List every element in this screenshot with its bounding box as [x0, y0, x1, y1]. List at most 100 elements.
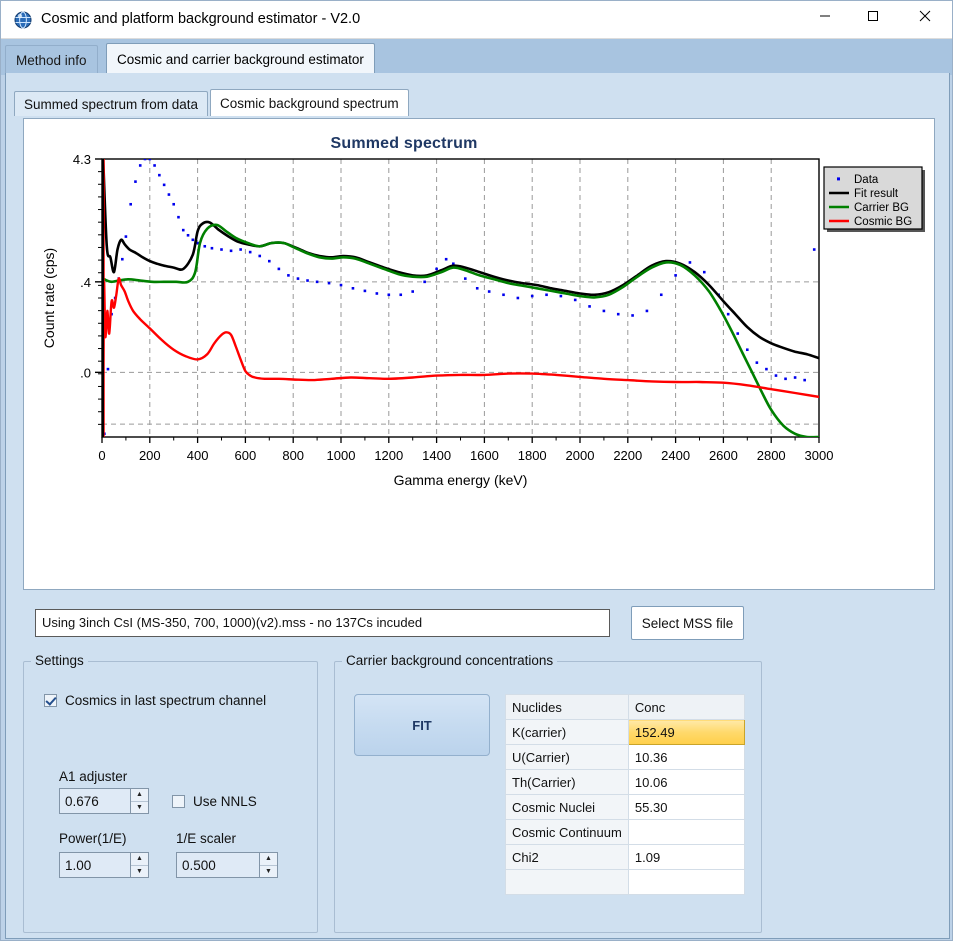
conc-cell[interactable]: 55.30 [628, 795, 744, 820]
x-tick-label: 0 [98, 448, 105, 463]
y-tick-label: .0 [80, 365, 91, 380]
table-header-row: NuclidesConc [506, 695, 745, 720]
nuclide-cell: K(carrier) [506, 720, 629, 745]
nuclide-cell [506, 870, 629, 895]
button-label: FIT [412, 718, 432, 733]
conc-cell[interactable]: 152.49 [628, 720, 744, 745]
title-bar: Cosmic and platform background estimator… [1, 1, 953, 39]
application-window: Cosmic and platform background estimator… [0, 0, 953, 941]
x-tick-label: 2600 [709, 448, 738, 463]
x-tick-label: 600 [235, 448, 257, 463]
table-row[interactable]: Cosmic Continuum [506, 820, 745, 845]
cosmics-last-channel-checkbox[interactable]: Cosmics in last spectrum channel [44, 693, 266, 708]
conc-cell[interactable]: 10.06 [628, 770, 744, 795]
tab-method-info[interactable]: Method info [5, 45, 98, 75]
x-tick-label: 2000 [566, 448, 595, 463]
x-tick-label: 3000 [805, 448, 834, 463]
nuclide-cell: Th(Carrier) [506, 770, 629, 795]
carrier-concentrations-group: Carrier background concentrations FIT Nu… [334, 661, 762, 933]
x-tick-label: 2800 [757, 448, 786, 463]
stepper-arrows[interactable]: ▲▼ [259, 853, 277, 877]
mss-file-input[interactable]: Using 3inch CsI (MS-350, 700, 1000)(v2).… [35, 609, 610, 637]
conc-cell[interactable]: 10.36 [628, 745, 744, 770]
tab-label: Summed spectrum from data [24, 97, 198, 112]
concentrations-table[interactable]: NuclidesConcK(carrier)152.49U(Carrier)10… [505, 694, 745, 895]
scaler-stepper[interactable]: 0.500 ▲▼ [176, 852, 278, 878]
scaler-label: 1/E scaler [176, 831, 236, 846]
mss-file-row: Using 3inch CsI (MS-350, 700, 1000)(v2).… [23, 601, 763, 651]
x-tick-label: 800 [282, 448, 304, 463]
table-header-cell: Conc [628, 695, 744, 720]
chart-panel: Summed spectrum 020040060080010001200140… [23, 118, 935, 590]
legend-marker-dot [837, 177, 840, 180]
select-mss-file-button[interactable]: Select MSS file [631, 606, 744, 640]
settings-group: Settings Cosmics in last spectrum channe… [23, 661, 318, 933]
maximize-button[interactable] [850, 1, 896, 31]
inner-tab-strip: Summed spectrum from data Cosmic backgro… [14, 89, 944, 116]
y-tick-label: .4 [80, 275, 91, 290]
tab-label: Cosmic background spectrum [220, 96, 399, 111]
x-tick-label: 1400 [422, 448, 451, 463]
table-row[interactable]: Chi21.09 [506, 845, 745, 870]
conc-cell[interactable]: 1.09 [628, 845, 744, 870]
tab-summed-spectrum-from-data[interactable]: Summed spectrum from data [14, 91, 208, 116]
nuclide-cell: Chi2 [506, 845, 629, 870]
checkbox-box [44, 694, 57, 707]
checkbox-label: Cosmics in last spectrum channel [65, 693, 266, 708]
tab-label: Cosmic and carrier background estimator [117, 52, 364, 67]
fit-button[interactable]: FIT [354, 694, 490, 756]
power-value: 1.00 [60, 853, 130, 877]
x-tick-label: 2400 [661, 448, 690, 463]
carrier-group-legend: Carrier background concentrations [342, 653, 557, 668]
x-axis-label: Gamma energy (keV) [394, 472, 528, 488]
tab-cosmic-carrier-estimator[interactable]: Cosmic and carrier background estimator [106, 43, 375, 75]
a1-adjuster-value: 0.676 [60, 789, 130, 813]
scaler-value: 0.500 [177, 853, 259, 877]
power-label: Power(1/E) [59, 831, 127, 846]
tab-cosmic-background-spectrum[interactable]: Cosmic background spectrum [210, 89, 409, 116]
app-globe-icon [14, 11, 32, 29]
stepper-up-icon: ▲ [260, 853, 277, 866]
table-header-cell: Nuclides [506, 695, 629, 720]
legend-label: Data [854, 174, 879, 186]
table-row[interactable] [506, 870, 745, 895]
table-row[interactable]: Th(Carrier)10.06 [506, 770, 745, 795]
table-row[interactable]: U(Carrier)10.36 [506, 745, 745, 770]
a1-adjuster-stepper[interactable]: 0.676 ▲▼ [59, 788, 149, 814]
nuclide-cell: Cosmic Nuclei [506, 795, 629, 820]
x-tick-label: 1000 [327, 448, 356, 463]
legend-label: Cosmic BG [854, 216, 912, 228]
use-nnls-checkbox[interactable]: Use NNLS [172, 794, 257, 809]
button-label: Select MSS file [642, 616, 734, 631]
stepper-up-icon: ▲ [131, 853, 148, 866]
spectrum-plot[interactable]: 0200400600800100012001400160018002000220… [24, 119, 936, 589]
nuclide-cell: Cosmic Continuum [506, 820, 629, 845]
legend-label: Carrier BG [854, 202, 909, 214]
legend-label: Fit result [854, 188, 899, 200]
stepper-down-icon: ▼ [260, 866, 277, 878]
y-axis-label: Count rate (cps) [41, 248, 57, 348]
table-row[interactable]: Cosmic Nuclei55.30 [506, 795, 745, 820]
checkbox-label: Use NNLS [193, 794, 257, 809]
settings-group-legend: Settings [31, 653, 88, 668]
power-stepper[interactable]: 1.00 ▲▼ [59, 852, 149, 878]
stepper-down-icon: ▼ [131, 802, 148, 814]
stepper-arrows[interactable]: ▲▼ [130, 853, 148, 877]
minimize-button[interactable] [802, 1, 848, 31]
x-tick-label: 1800 [518, 448, 547, 463]
close-window-button[interactable] [902, 1, 948, 31]
page-body: Summed spectrum from data Cosmic backgro… [5, 73, 950, 939]
stepper-up-icon: ▲ [131, 789, 148, 802]
checkbox-box [172, 795, 185, 808]
table-row[interactable]: K(carrier)152.49 [506, 720, 745, 745]
window-title: Cosmic and platform background estimator… [41, 11, 360, 27]
tab-label: Method info [16, 53, 87, 68]
x-tick-label: 1600 [470, 448, 499, 463]
y-tick-label: 4.3 [73, 152, 91, 167]
conc-cell[interactable] [628, 870, 744, 895]
x-tick-label: 1200 [374, 448, 403, 463]
outer-tab-strip: Method info Cosmic and carrier backgroun… [1, 39, 953, 75]
conc-cell[interactable] [628, 820, 744, 845]
stepper-arrows[interactable]: ▲▼ [130, 789, 148, 813]
x-tick-label: 400 [187, 448, 209, 463]
